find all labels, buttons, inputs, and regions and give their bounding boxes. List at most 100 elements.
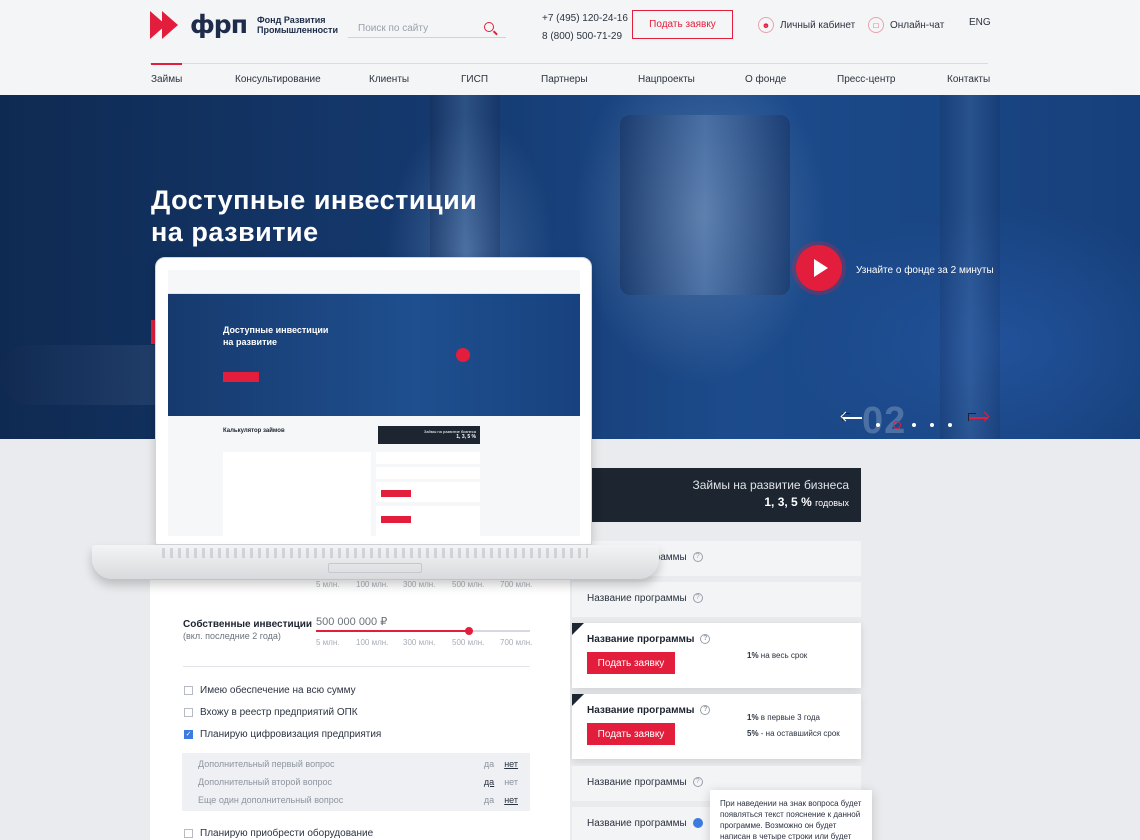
checkbox-opk-registry[interactable]: Вхожу в реестр предприятий ОПК <box>184 707 358 718</box>
logo[interactable]: фрп Фонд Развития Промышленности <box>150 10 338 39</box>
card-corner <box>572 623 584 635</box>
logo-subtitle: Фонд Развития Промышленности <box>256 14 338 35</box>
mini-calc-title: Калькулятор займов <box>223 428 285 434</box>
logo-arrows-icon <box>150 10 184 39</box>
promo-rate: 1, 3, 5 % годовых <box>764 495 849 509</box>
help-icon[interactable]: ? <box>700 634 711 645</box>
cabinet-link[interactable]: ☻ Личный кабинет <box>758 17 855 33</box>
chat-icon: □ <box>868 17 884 33</box>
logo-word: фрп <box>190 10 248 39</box>
scale-label: 700 млн. <box>500 580 533 589</box>
slider-dot-active[interactable] <box>893 421 901 429</box>
slider-dot[interactable] <box>930 423 934 427</box>
mini-hero-title: Доступные инвестиции на развитие <box>223 325 329 347</box>
apply-button[interactable]: Подать заявку <box>587 652 675 674</box>
slide-number: 02 <box>862 400 907 439</box>
answer-no[interactable]: нет <box>504 759 518 769</box>
slider-dot[interactable] <box>876 423 880 427</box>
apply-button[interactable]: Подать заявку <box>587 723 675 745</box>
answer-yes[interactable]: да <box>484 759 494 769</box>
answer-yes[interactable]: да <box>484 777 494 787</box>
answer-no[interactable]: нет <box>504 795 518 805</box>
user-icon: ☻ <box>758 17 774 33</box>
scale-label: 300 млн. <box>403 638 436 647</box>
help-icon[interactable]: ? <box>692 552 703 563</box>
laptop-keyboard <box>162 548 588 558</box>
answer-yes[interactable]: да <box>484 795 494 805</box>
search-icon[interactable] <box>484 22 494 32</box>
mini-hero: Доступные инвестиции на развитие <box>168 294 580 416</box>
card-corner <box>572 694 584 706</box>
slider-dot[interactable] <box>948 423 952 427</box>
nav-item-national-projects[interactable]: Нацпроекты <box>638 74 695 85</box>
scale-label: 300 млн. <box>403 580 436 589</box>
hero-bg-machine <box>620 115 790 295</box>
scale-label: 700 млн. <box>500 638 533 647</box>
cabinet-label: Личный кабинет <box>780 19 856 31</box>
search-placeholder: Поиск по сайту <box>358 23 429 34</box>
header-apply-button[interactable]: Подать заявку <box>632 10 733 39</box>
program-rate: 1% в первые 3 года <box>747 713 820 722</box>
search-input[interactable]: Поиск по сайту <box>348 18 506 38</box>
checkbox-digitalization[interactable]: ✓ Планирую цифровизация предприятия <box>184 729 381 740</box>
slider-knob[interactable] <box>464 627 473 635</box>
mini-nav <box>168 270 580 294</box>
slider-dot[interactable] <box>912 423 916 427</box>
question-row: Дополнительный первый вопрос да нет <box>198 759 518 769</box>
play-video-button[interactable] <box>796 245 842 291</box>
checkbox-icon <box>184 829 193 838</box>
checkbox-icon <box>184 686 193 695</box>
prev-slide-arrow-icon[interactable] <box>840 411 862 422</box>
laptop-base <box>92 545 659 579</box>
main-nav: Займы Консультирование Клиенты ГИСП Парт… <box>150 63 990 95</box>
checkbox-collateral[interactable]: Имею обеспечение на всю сумму <box>184 685 356 696</box>
chat-label: Онлайн-чат <box>890 19 945 31</box>
mini-program <box>376 452 480 464</box>
play-video-label[interactable]: Узнайте о фонде за 2 минуты <box>856 265 994 276</box>
mini-program <box>376 482 480 502</box>
nav-item-press[interactable]: Пресс-центр <box>837 74 895 85</box>
answer-no[interactable]: нет <box>504 777 518 787</box>
own-investments-label: Собственные инвестиции <box>183 619 313 630</box>
mini-play-icon <box>456 348 470 362</box>
nav-item-consulting[interactable]: Консультирование <box>235 74 321 85</box>
extra-questions: Дополнительный первый вопрос да нет Дополн… <box>182 753 530 811</box>
chat-link[interactable]: □ Онлайн-чат <box>868 17 944 33</box>
nav-item-clients[interactable]: Клиенты <box>369 74 409 85</box>
own-investments-sub: (вкл. последние 2 года) <box>183 631 281 641</box>
next-slide-arrow-icon[interactable] <box>968 411 990 422</box>
laptop-mockup: Доступные инвестиции на развитие Калькуля… <box>155 257 592 545</box>
help-icon[interactable]: ? <box>692 777 703 788</box>
checkbox-checked-icon: ✓ <box>184 730 193 739</box>
divider <box>183 666 530 667</box>
mini-program <box>376 467 480 479</box>
help-icon[interactable]: ? <box>700 705 711 716</box>
hero-title: Доступные инвестиции на развитие <box>151 185 478 247</box>
help-icon-active[interactable] <box>692 818 703 829</box>
program-rate: 1% на весь срок <box>747 651 808 660</box>
language-switch[interactable]: ENG <box>969 17 991 28</box>
scale-label: 500 млн. <box>452 580 485 589</box>
scale-label: 5 млн. <box>316 580 340 589</box>
mini-hero-button <box>223 372 259 382</box>
help-tooltip: При наведении на знак вопроса будет появ… <box>710 790 872 840</box>
nav-item-about[interactable]: О фонде <box>745 74 786 85</box>
nav-item-contacts[interactable]: Контакты <box>947 74 990 85</box>
program-card[interactable]: Название программы? Подать заявку 1% на … <box>572 623 861 688</box>
own-investments-slider[interactable] <box>316 627 530 635</box>
phone-1[interactable]: +7 (495) 120-24-16 <box>542 10 628 28</box>
checkbox-equipment[interactable]: Планирую приобрести оборудование <box>184 828 373 839</box>
phone-2[interactable]: 8 (800) 500-71-29 <box>542 28 628 46</box>
laptop-screen: Доступные инвестиции на развитие Калькуля… <box>168 270 580 536</box>
help-icon[interactable]: ? <box>692 593 703 604</box>
nav-item-gisp[interactable]: ГИСП <box>461 74 488 85</box>
program-rate: 5% - на оставшийся срок <box>747 729 840 738</box>
nav-item-partners[interactable]: Партнеры <box>541 74 588 85</box>
mini-program <box>376 506 480 536</box>
promo-banner: Займы на развитие бизнеса 1, 3, 5 % годо… <box>591 468 861 522</box>
own-investments-value[interactable]: 500 000 000 ₽ <box>316 615 387 628</box>
program-card[interactable]: Название программы? Подать заявку 1% в п… <box>572 694 861 759</box>
checkbox-icon <box>184 708 193 717</box>
nav-item-loans[interactable]: Займы <box>151 63 183 85</box>
program-row[interactable]: Название программы? <box>572 582 861 617</box>
